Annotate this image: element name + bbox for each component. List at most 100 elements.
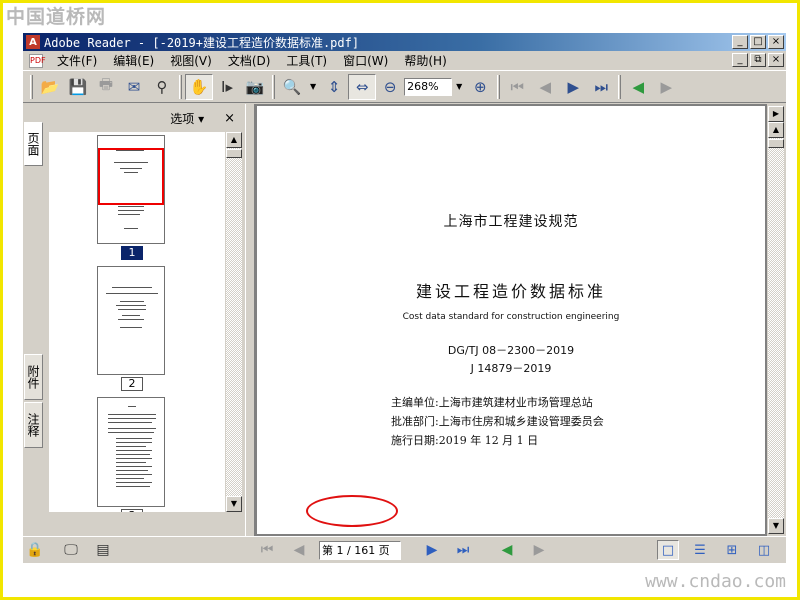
doc-restore-button[interactable]: ⧉ <box>750 53 766 67</box>
search-icon[interactable]: ⚲ <box>148 74 176 100</box>
display-icon[interactable]: 🖵 <box>61 541 81 559</box>
toolbar-grip[interactable] <box>618 74 622 99</box>
go-forward-icon[interactable]: ▶ <box>529 541 549 559</box>
menu-tools[interactable]: 工具(T) <box>278 52 335 69</box>
next-page-icon[interactable]: ▶ <box>559 74 587 100</box>
fit-page-icon[interactable]: ⇕ <box>320 74 348 100</box>
zoom-tool-dropdown-icon[interactable]: ▼ <box>310 82 316 91</box>
tab-pages[interactable]: 页面 <box>24 122 43 166</box>
window-title: Adobe Reader - [-2019+建设工程造价数据标准.pdf] <box>44 35 360 50</box>
scroll-right-icon[interactable]: ▶ <box>768 106 784 122</box>
reader-window: A Adobe Reader - [-2019+建设工程造价数据标准.pdf] … <box>23 33 786 563</box>
scroll-thumb[interactable] <box>768 139 784 148</box>
go-back-icon[interactable]: ◀ <box>497 541 517 559</box>
open-icon[interactable]: 📂 <box>36 74 64 100</box>
thumbnail-scrollbar[interactable]: ▲ ▼ <box>226 132 242 512</box>
navigation-tabs: 页面 附件 注释 <box>23 104 44 536</box>
doc-title: 建设工程造价数据标准 <box>415 282 606 301</box>
page-number-label: 2 <box>121 377 143 391</box>
watermark-bottom: www.cndao.com <box>645 571 786 592</box>
go-forward-icon[interactable]: ▶ <box>652 74 680 100</box>
page-number-field[interactable]: 第 1 ∕ 161 页 <box>319 541 401 560</box>
menu-file[interactable]: 文件(F) <box>49 52 105 69</box>
page-number-label: 1 <box>121 246 143 260</box>
page-thumbnail[interactable] <box>97 135 165 244</box>
facing-icon[interactable]: ⊞ <box>721 540 743 560</box>
doc-approval-dept: 批准部门:上海市住房和城乡建设管理委员会 <box>391 415 604 428</box>
doc-english-title: Cost data standard for construction engi… <box>402 312 620 322</box>
document-panel-icon[interactable]: ▤ <box>93 541 113 559</box>
page-thumbnail[interactable] <box>97 266 165 375</box>
fit-width-icon[interactable]: ⇔ <box>348 73 377 100</box>
lock-icon[interactable]: 🔒 <box>25 541 45 559</box>
page-indicator-highlight <box>306 495 398 527</box>
doc-editor-unit: 主编单位:上海市建筑建材业市场管理总站 <box>391 396 593 409</box>
previous-page-icon[interactable]: ◀ <box>531 74 559 100</box>
pdf-document-icon[interactable]: PDF <box>29 53 46 68</box>
zoom-dropdown-icon[interactable]: ▼ <box>456 82 462 91</box>
menu-view[interactable]: 视图(V) <box>162 52 220 69</box>
panel-splitter[interactable] <box>245 104 255 536</box>
scroll-down-icon[interactable]: ▼ <box>226 496 242 512</box>
zoom-plus-icon[interactable]: ⊕ <box>466 74 494 100</box>
continuous-facing-icon[interactable]: ◫ <box>753 540 775 560</box>
scroll-thumb[interactable] <box>226 149 242 158</box>
menu-edit[interactable]: 编辑(E) <box>105 52 162 69</box>
zoom-in-icon[interactable]: 🔍 <box>278 74 306 100</box>
close-button[interactable]: × <box>768 35 784 49</box>
zoom-out-button-icon[interactable]: ⊖ <box>376 74 404 100</box>
document-view[interactable]: 上海市工程建设规范 建设工程造价数据标准 Cost data standard … <box>255 104 767 536</box>
single-page-icon[interactable]: □ <box>657 540 679 560</box>
panel-close-icon[interactable]: × <box>224 111 235 126</box>
print-icon[interactable]: 🖶 <box>92 74 120 100</box>
document-scrollbar[interactable]: ▶ ▲ ▼ <box>767 104 786 536</box>
title-bar[interactable]: A Adobe Reader - [-2019+建设工程造价数据标准.pdf] … <box>23 33 786 51</box>
doc-close-button[interactable]: × <box>768 53 784 67</box>
page-thumbnail[interactable] <box>97 397 165 507</box>
first-page-icon[interactable]: ⏮ <box>503 74 531 100</box>
doc-effective-date: 施行日期:2019 年 12 月 1 日 <box>391 434 539 447</box>
toolbar: 📂 💾 🖶 ✉ ⚲ ✋ I▸ 📷 🔍 ▼ ⇕ ⇔ ⊖ 268% ▼ ⊕ ⏮ ◀ … <box>23 70 786 103</box>
pages-panel-header: 选项 ▾ × <box>45 104 245 132</box>
toolbar-grip[interactable] <box>179 74 182 99</box>
doc-record-code: J 14879－2019 <box>470 362 552 375</box>
tab-attachments[interactable]: 附件 <box>24 354 43 400</box>
toolbar-grip[interactable] <box>497 74 501 99</box>
watermark-top: 中国道桥网 <box>6 6 107 28</box>
tab-comments[interactable]: 注释 <box>24 402 43 448</box>
first-page-icon[interactable]: ⏮ <box>257 541 277 559</box>
go-back-icon[interactable]: ◀ <box>624 74 652 100</box>
zoom-input[interactable]: 268% <box>404 77 453 96</box>
visible-area-marker[interactable] <box>98 148 164 205</box>
doc-standard-code: DG/TJ 08－2300－2019 <box>447 344 575 357</box>
adobe-reader-icon: A <box>26 35 40 49</box>
next-page-icon[interactable]: ▶ <box>422 541 442 559</box>
maximize-button[interactable]: □ <box>750 35 766 49</box>
previous-page-icon[interactable]: ◀ <box>289 541 309 559</box>
minimize-button[interactable]: _ <box>732 35 748 49</box>
scroll-up-icon[interactable]: ▲ <box>768 122 784 138</box>
status-bar: 🔒 🖵 ▤ ⏮ ◀ 第 1 ∕ 161 页 ▶ ⏭ ◀ ▶ □ ☰ ⊞ ◫ <box>23 536 786 563</box>
select-text-icon[interactable]: I▸ <box>213 74 241 100</box>
thumbnail-list: 1 2 <box>49 132 225 512</box>
snapshot-icon[interactable]: 📷 <box>241 74 269 100</box>
options-dropdown[interactable]: 选项 ▾ <box>170 110 204 127</box>
last-page-icon[interactable]: ⏭ <box>587 74 615 100</box>
menu-document[interactable]: 文档(D) <box>220 52 279 69</box>
menu-bar: PDF 文件(F) 编辑(E) 视图(V) 文档(D) 工具(T) 窗口(W) … <box>23 51 786 70</box>
document-scroll-track[interactable]: ▲ ▼ <box>768 122 784 534</box>
doc-minimize-button[interactable]: _ <box>732 53 748 67</box>
email-icon[interactable]: ✉ <box>120 74 148 100</box>
page-number-label: 3 <box>121 509 143 512</box>
last-page-icon[interactable]: ⏭ <box>453 541 473 559</box>
pages-panel: 选项 ▾ × 1 2 ▲ ▼ <box>45 104 245 536</box>
scroll-up-icon[interactable]: ▲ <box>226 132 242 148</box>
toolbar-grip[interactable] <box>30 74 33 99</box>
continuous-icon[interactable]: ☰ <box>689 540 711 560</box>
save-icon[interactable]: 💾 <box>64 74 92 100</box>
scroll-down-icon[interactable]: ▼ <box>768 518 784 534</box>
hand-tool-icon[interactable]: ✋ <box>185 73 213 100</box>
menu-window[interactable]: 窗口(W) <box>335 52 396 69</box>
menu-help[interactable]: 帮助(H) <box>396 52 454 69</box>
toolbar-grip[interactable] <box>272 74 275 99</box>
